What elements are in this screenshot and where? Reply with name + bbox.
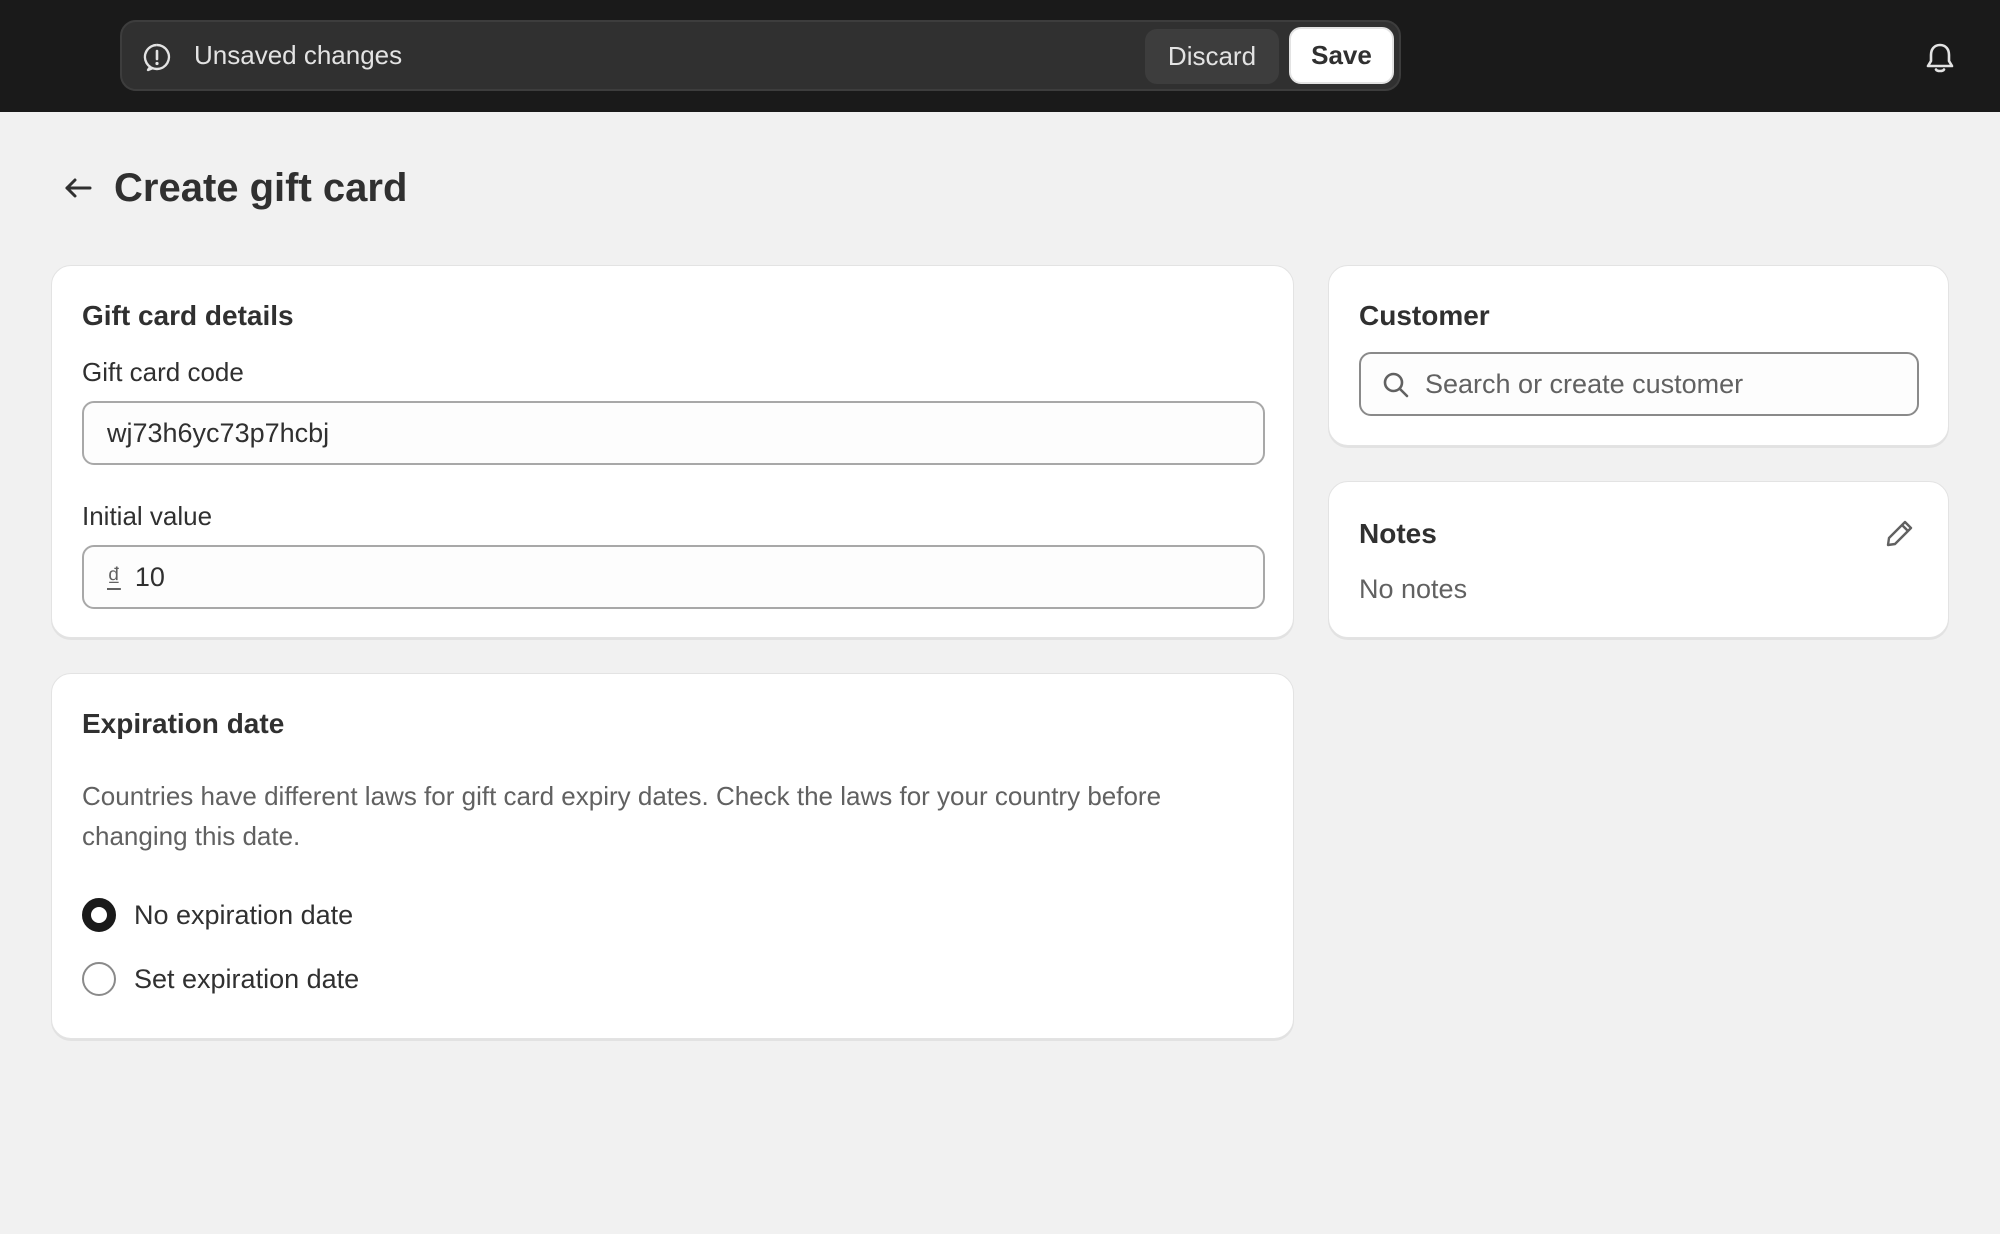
alert-circle-icon (143, 43, 171, 72)
gift-card-code-input[interactable] (107, 417, 1263, 449)
radio-no-expiration[interactable]: No expiration date (82, 898, 353, 932)
search-icon (1383, 372, 1409, 398)
discard-button[interactable]: Discard (1145, 29, 1279, 84)
initial-value-input[interactable] (134, 561, 1263, 593)
notes-empty-text: No notes (1359, 574, 1468, 604)
save-button[interactable]: Save (1289, 27, 1394, 84)
radio-button[interactable] (82, 962, 116, 996)
card-title: Notes (1359, 518, 1437, 549)
contextual-save-bar: Unsaved changes Discard Save (120, 20, 1401, 91)
radio-button-checked[interactable] (82, 898, 116, 932)
top-bar: Unsaved changes Discard Save (0, 0, 2000, 112)
gift-card-details-card: Gift card details Gift card code Initial… (51, 265, 1294, 638)
bell-icon[interactable] (1922, 40, 1958, 76)
initial-value-field[interactable]: ₫ (82, 545, 1265, 609)
pencil-icon[interactable] (1883, 516, 1917, 550)
customer-search-input[interactable] (1425, 368, 1917, 400)
expiration-date-card: Expiration date Countries have different… (51, 673, 1294, 1039)
customer-search-field[interactable] (1359, 352, 1919, 416)
gift-card-code-field[interactable] (82, 401, 1265, 465)
currency-prefix: ₫ (107, 561, 121, 592)
expiration-description: Countries have different laws for gift c… (82, 781, 1162, 851)
radio-label: Set expiration date (134, 963, 360, 994)
gift-card-code-label: Gift card code (82, 357, 244, 387)
unsaved-changes-message: Unsaved changes (194, 40, 403, 70)
page-title: Create gift card (114, 166, 408, 210)
radio-label: No expiration date (134, 899, 354, 930)
card-title: Gift card details (82, 300, 294, 331)
card-title: Expiration date (82, 708, 285, 739)
card-title: Customer (1359, 300, 1490, 331)
customer-card: Customer (1328, 265, 1949, 446)
notes-card: Notes No notes (1328, 481, 1949, 638)
radio-set-expiration[interactable]: Set expiration date (82, 962, 359, 996)
arrow-left-icon[interactable] (60, 170, 96, 206)
initial-value-label: Initial value (82, 501, 213, 531)
